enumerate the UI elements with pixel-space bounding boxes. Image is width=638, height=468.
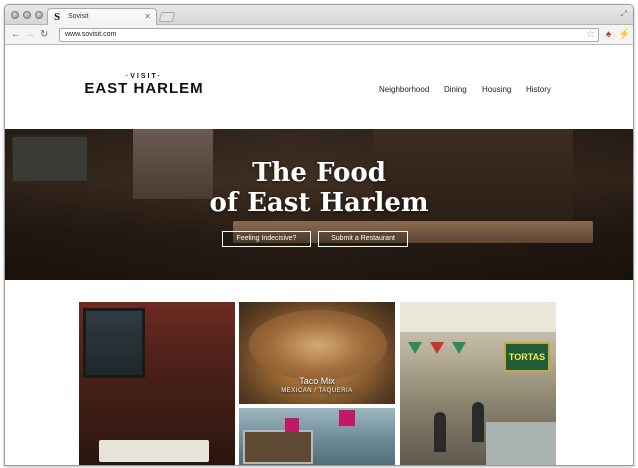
hero-title-line1: The Food: [252, 158, 386, 188]
site-logo[interactable]: ·VISIT· EAST HARLEM: [81, 73, 207, 97]
restaurant-tile-dining-room[interactable]: [79, 302, 235, 465]
restaurant-tile-taco-mix[interactable]: Taco Mix MEXICAN / TAQUERIA: [239, 302, 395, 404]
table-image: [99, 440, 209, 462]
url-text: www.sovisit.com: [65, 31, 117, 38]
counter-image: [486, 422, 556, 465]
new-tab-button[interactable]: [158, 12, 176, 22]
minimize-window-button[interactable]: [23, 11, 31, 19]
back-arrow-icon[interactable]: ←: [11, 29, 21, 40]
fullscreen-icon[interactable]: ⤢: [621, 9, 627, 19]
extension-hat-icon[interactable]: ♠: [603, 29, 614, 40]
feeling-indecisive-button[interactable]: Feeling Indecisive?: [222, 231, 311, 247]
food-tray-image: [243, 430, 313, 464]
papel-flag-image: [452, 342, 466, 354]
nav-dining[interactable]: Dining: [444, 85, 467, 94]
tab-strip: S Sovisit ✕ ⤢: [5, 5, 633, 26]
forward-arrow-icon[interactable]: →: [25, 29, 35, 40]
tab-title: Sovisit: [68, 13, 89, 20]
tab-sovisit[interactable]: S Sovisit ✕: [47, 8, 157, 26]
restaurant-tile-tortas[interactable]: TORTAS: [400, 302, 556, 465]
taco-plate-image: [249, 310, 387, 380]
close-tab-icon[interactable]: ✕: [144, 12, 151, 21]
restaurant-name: Taco Mix: [299, 376, 335, 386]
sign-text: TORTAS: [508, 352, 546, 362]
nav-housing[interactable]: Housing: [482, 85, 511, 94]
restaurant-tile-bakery[interactable]: [239, 408, 395, 465]
bookmark-star-icon[interactable]: ☆: [586, 29, 595, 41]
extension-lightning-icon[interactable]: ⚡: [618, 29, 630, 40]
painting-image: [83, 308, 145, 378]
address-bar[interactable]: www.sovisit.com ☆: [59, 28, 599, 42]
web-page: ·VISIT· EAST HARLEM Neighborhood Dining …: [5, 46, 633, 465]
ceiling-image: [400, 302, 556, 332]
browser-toolbar: ← → ↻ www.sovisit.com ☆ ♠ ⚡: [5, 25, 633, 45]
person-image: [472, 402, 484, 442]
nav-neighborhood[interactable]: Neighborhood: [379, 85, 429, 94]
papel-flag-image: [430, 342, 444, 354]
tortas-sign-image: TORTAS: [504, 342, 550, 372]
logo-name-text: EAST HARLEM: [84, 80, 204, 97]
price-tag-image: [285, 418, 299, 432]
price-tag-image: [339, 410, 355, 426]
hero-banner: The Food of East Harlem Feeling Indecisi…: [5, 129, 633, 280]
nav-history[interactable]: History: [526, 85, 551, 94]
person-image: [434, 412, 446, 452]
close-window-button[interactable]: [11, 11, 19, 19]
reload-icon[interactable]: ↻: [40, 29, 48, 40]
submit-restaurant-button[interactable]: Submit a Restaurant: [318, 231, 408, 247]
zoom-window-button[interactable]: [35, 11, 43, 19]
browser-window: S Sovisit ✕ ⤢ ← → ↻ www.sovisit.com ☆ ♠ …: [4, 4, 634, 466]
hero-title-line2: of East Harlem: [209, 188, 429, 218]
restaurant-cuisine: MEXICAN / TAQUERIA: [281, 388, 353, 394]
papel-flag-image: [408, 342, 422, 354]
site-favicon-icon: S: [54, 11, 61, 23]
